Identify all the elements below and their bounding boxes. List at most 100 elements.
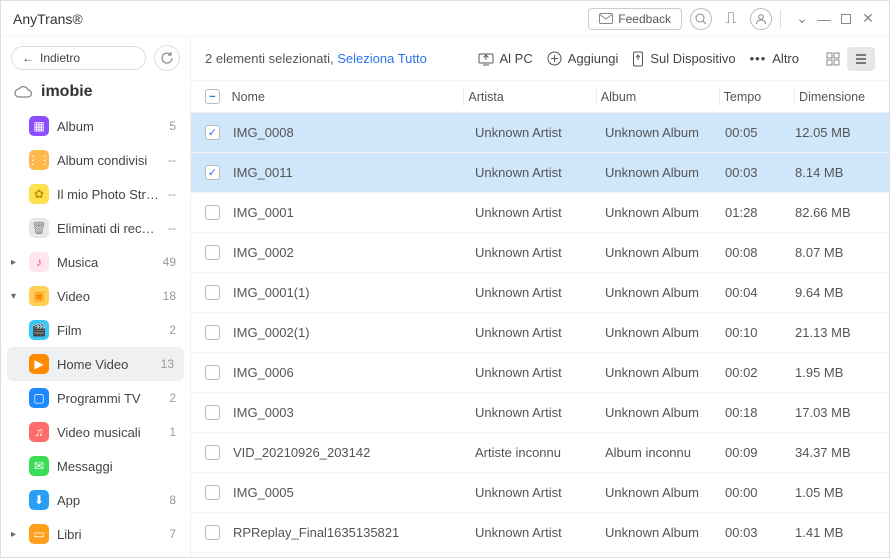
minimize-icon[interactable]: — (815, 11, 833, 27)
sidebar-item[interactable]: 🗑Eliminati di recente-- (1, 211, 190, 245)
shop-icon[interactable]: ⎍ (720, 8, 742, 30)
row-artist: Unknown Artist (475, 325, 562, 340)
row-time: 00:05 (725, 125, 758, 140)
table-row[interactable]: IMG_0008Unknown ArtistUnknown Album00:05… (191, 113, 889, 153)
table-row[interactable]: IMG_0006Unknown ArtistUnknown Album00:02… (191, 353, 889, 393)
row-album: Unknown Album (605, 285, 699, 300)
category-icon: ▢ (29, 388, 49, 408)
sidebar-item[interactable]: 🎬 Film 2 (1, 313, 190, 347)
to-device-button[interactable]: Sul Dispositivo (632, 51, 735, 67)
row-artist: Unknown Artist (475, 525, 562, 540)
category-icon: ▭ (29, 524, 49, 544)
col-header-size[interactable]: Dimensione (799, 90, 865, 104)
view-grid-button[interactable] (819, 47, 847, 71)
feedback-button[interactable]: Feedback (588, 8, 682, 30)
table-row[interactable]: VID_20210926_203142Artiste inconnuAlbum … (191, 433, 889, 473)
row-name: IMG_0002 (233, 245, 294, 260)
select-all-link[interactable]: Seleziona Tutto (337, 51, 427, 66)
view-list-button[interactable] (847, 47, 875, 71)
sidebar-item[interactable]: ▸▭Libri7 (1, 517, 190, 551)
sidebar-item-count: 13 (161, 357, 174, 371)
to-pc-button[interactable]: Al PC (478, 51, 533, 66)
row-checkbox[interactable] (205, 125, 220, 140)
sidebar-item[interactable]: ▶Home Video13 (7, 347, 184, 381)
table-row[interactable]: IMG_0005Unknown ArtistUnknown Album00:00… (191, 473, 889, 513)
table-row[interactable]: IMG_0001Unknown ArtistUnknown Album01:28… (191, 193, 889, 233)
category-icon: 🎬 (29, 320, 49, 340)
sidebar-item-count: 2 (169, 323, 180, 337)
category-icon: ▦ (29, 116, 49, 136)
col-header-album[interactable]: Album (601, 90, 636, 104)
sidebar-item[interactable]: ▸♪Musica49 (1, 245, 190, 279)
col-header-artist[interactable]: Artista (468, 90, 503, 104)
row-time: 00:04 (725, 285, 758, 300)
content-area: 2 elementi selezionati, Seleziona Tutto … (191, 37, 889, 557)
row-artist: Unknown Artist (475, 125, 562, 140)
sidebar-item[interactable]: ▢Programmi TV2 (1, 381, 190, 415)
more-button[interactable]: ••• Altro (750, 51, 799, 66)
header-checkbox[interactable] (205, 89, 220, 104)
table-row[interactable]: IMG_0001(1)Unknown ArtistUnknown Album00… (191, 273, 889, 313)
row-checkbox[interactable] (205, 325, 220, 340)
row-name: IMG_0001(1) (233, 285, 310, 300)
search-icon[interactable] (690, 8, 712, 30)
sidebar-item-label: Programmi TV (57, 391, 161, 406)
row-time: 00:02 (725, 365, 758, 380)
sidebar-item-label: Messaggi (57, 459, 168, 474)
sidebar-item-count: 5 (169, 119, 180, 133)
sidebar-item-count: 1 (169, 425, 180, 439)
row-checkbox[interactable] (205, 165, 220, 180)
sidebar-item-count: 8 (169, 493, 180, 507)
row-size: 1.95 MB (795, 365, 843, 380)
back-arrow-icon: ← (22, 51, 34, 65)
add-label: Aggiungi (568, 51, 619, 66)
row-checkbox[interactable] (205, 445, 220, 460)
table-row[interactable]: IMG_0003Unknown ArtistUnknown Album00:18… (191, 393, 889, 433)
sidebar-item[interactable]: ▾▣Video18 (1, 279, 190, 313)
add-button[interactable]: Aggiungi (547, 51, 619, 66)
selection-info: 2 elementi selezionati, Seleziona Tutto (205, 51, 427, 66)
row-checkbox[interactable] (205, 365, 220, 380)
row-name: IMG_0008 (233, 125, 294, 140)
col-header-time[interactable]: Tempo (724, 90, 762, 104)
sidebar-item[interactable]: ✉Messaggi (1, 449, 190, 483)
user-icon[interactable] (750, 8, 772, 30)
col-header-name[interactable]: Nome (232, 90, 265, 104)
row-checkbox[interactable] (205, 485, 220, 500)
sidebar: ← Indietro imobie ▦Album5⋮⋮Album condivi… (1, 37, 191, 557)
sidebar-item-count: -- (168, 221, 180, 235)
category-icon: ⋮⋮ (29, 150, 49, 170)
table-row[interactable]: RPReplay_Final1635135821Unknown ArtistUn… (191, 513, 889, 553)
row-checkbox[interactable] (205, 525, 220, 540)
sidebar-item-label: Film (57, 323, 161, 338)
sidebar-item[interactable]: ♫Video musicali1 (1, 415, 190, 449)
sidebar-item-count: -- (168, 153, 180, 167)
device-row[interactable]: imobie (1, 79, 190, 109)
table-row[interactable]: IMG_0002(1)Unknown ArtistUnknown Album00… (191, 313, 889, 353)
close-icon[interactable]: ✕ (859, 10, 877, 27)
refresh-button[interactable] (154, 45, 180, 71)
row-album: Unknown Album (605, 165, 699, 180)
row-checkbox[interactable] (205, 285, 220, 300)
table-body: IMG_0008 Unknown Artist Unknown Album 00:05… (191, 113, 889, 557)
row-checkbox[interactable] (205, 205, 220, 220)
sidebar-item[interactable]: ⬇App8 (1, 483, 190, 517)
table-row[interactable]: IMG_0011Unknown ArtistUnknown Album00:03… (191, 153, 889, 193)
row-checkbox[interactable] (205, 405, 220, 420)
sidebar-item[interactable]: ⋮⋮Album condivisi-- (1, 143, 190, 177)
back-button[interactable]: ← Indietro (11, 46, 146, 70)
row-name: IMG_0011 (233, 165, 293, 180)
sidebar-item-label: Il mio Photo Stream (57, 187, 160, 202)
sidebar-item[interactable]: ▦Album5 (1, 109, 190, 143)
table-row[interactable]: IMG_0002Unknown ArtistUnknown Album00:08… (191, 233, 889, 273)
dropdown-icon[interactable]: ⌄ (793, 10, 811, 27)
row-time: 00:10 (725, 325, 758, 340)
row-time: 00:03 (725, 165, 758, 180)
sidebar-item[interactable]: ✿Il mio Photo Stream-- (1, 177, 190, 211)
row-size: 12.05 MB (795, 125, 851, 140)
sidebar-item-label: Eliminati di recente (57, 221, 160, 236)
maximize-icon[interactable] (837, 14, 855, 24)
row-artist: Unknown Artist (475, 365, 562, 380)
row-checkbox[interactable] (205, 245, 220, 260)
row-time: 00:18 (725, 405, 758, 420)
